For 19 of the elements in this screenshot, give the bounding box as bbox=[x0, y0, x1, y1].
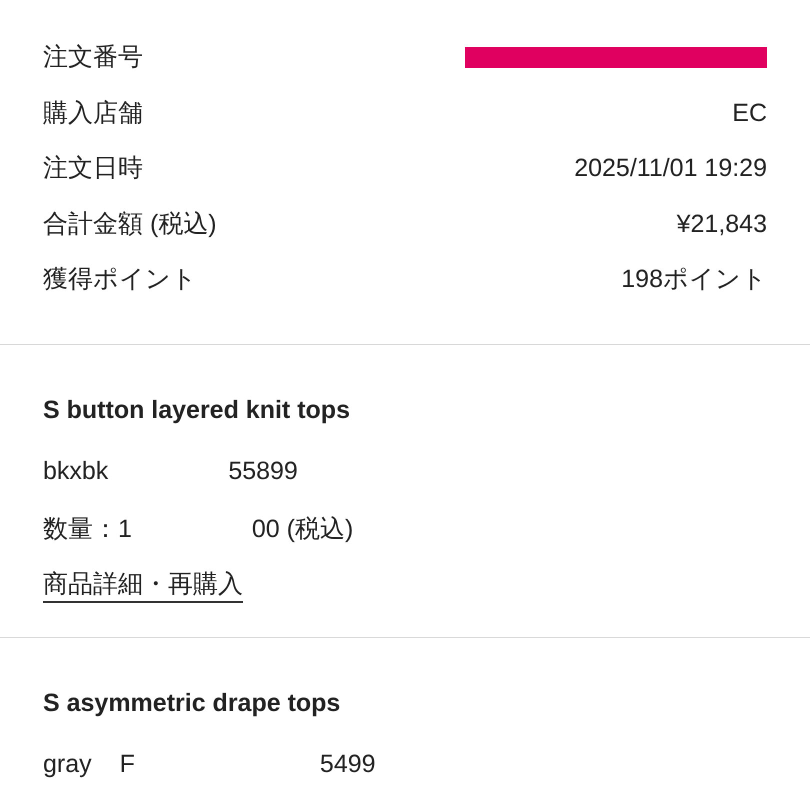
product-detail-link[interactable]: 商品詳細・再購入 bbox=[43, 566, 243, 602]
field-label: 獲得ポイント bbox=[43, 264, 197, 295]
field-value: EC bbox=[732, 98, 767, 128]
product-name: S button layered knit tops bbox=[43, 394, 351, 426]
field-label: 注文日時 bbox=[43, 153, 143, 184]
product-detail: 00 (税込) bbox=[252, 514, 354, 545]
product-name: S asymmetric drape tops bbox=[43, 688, 342, 718]
product-detail: gray bbox=[43, 748, 92, 780]
field-label: 購入店舗 bbox=[43, 98, 143, 128]
product-detail: 5499 bbox=[320, 748, 376, 780]
field-value: ¥21,843 bbox=[676, 208, 767, 240]
product-detail: 数量：1 bbox=[43, 514, 132, 545]
field-value: 2025/11/01 19:29 bbox=[574, 153, 767, 184]
product-detail: F bbox=[120, 748, 135, 780]
field-value: 198ポイント bbox=[621, 264, 767, 295]
field-label: 注文番号 bbox=[43, 42, 143, 73]
product-detail: bkxbk bbox=[43, 456, 108, 487]
field-label: 合計金額 (税込) bbox=[43, 208, 217, 240]
product-detail: 55899 bbox=[228, 456, 298, 487]
